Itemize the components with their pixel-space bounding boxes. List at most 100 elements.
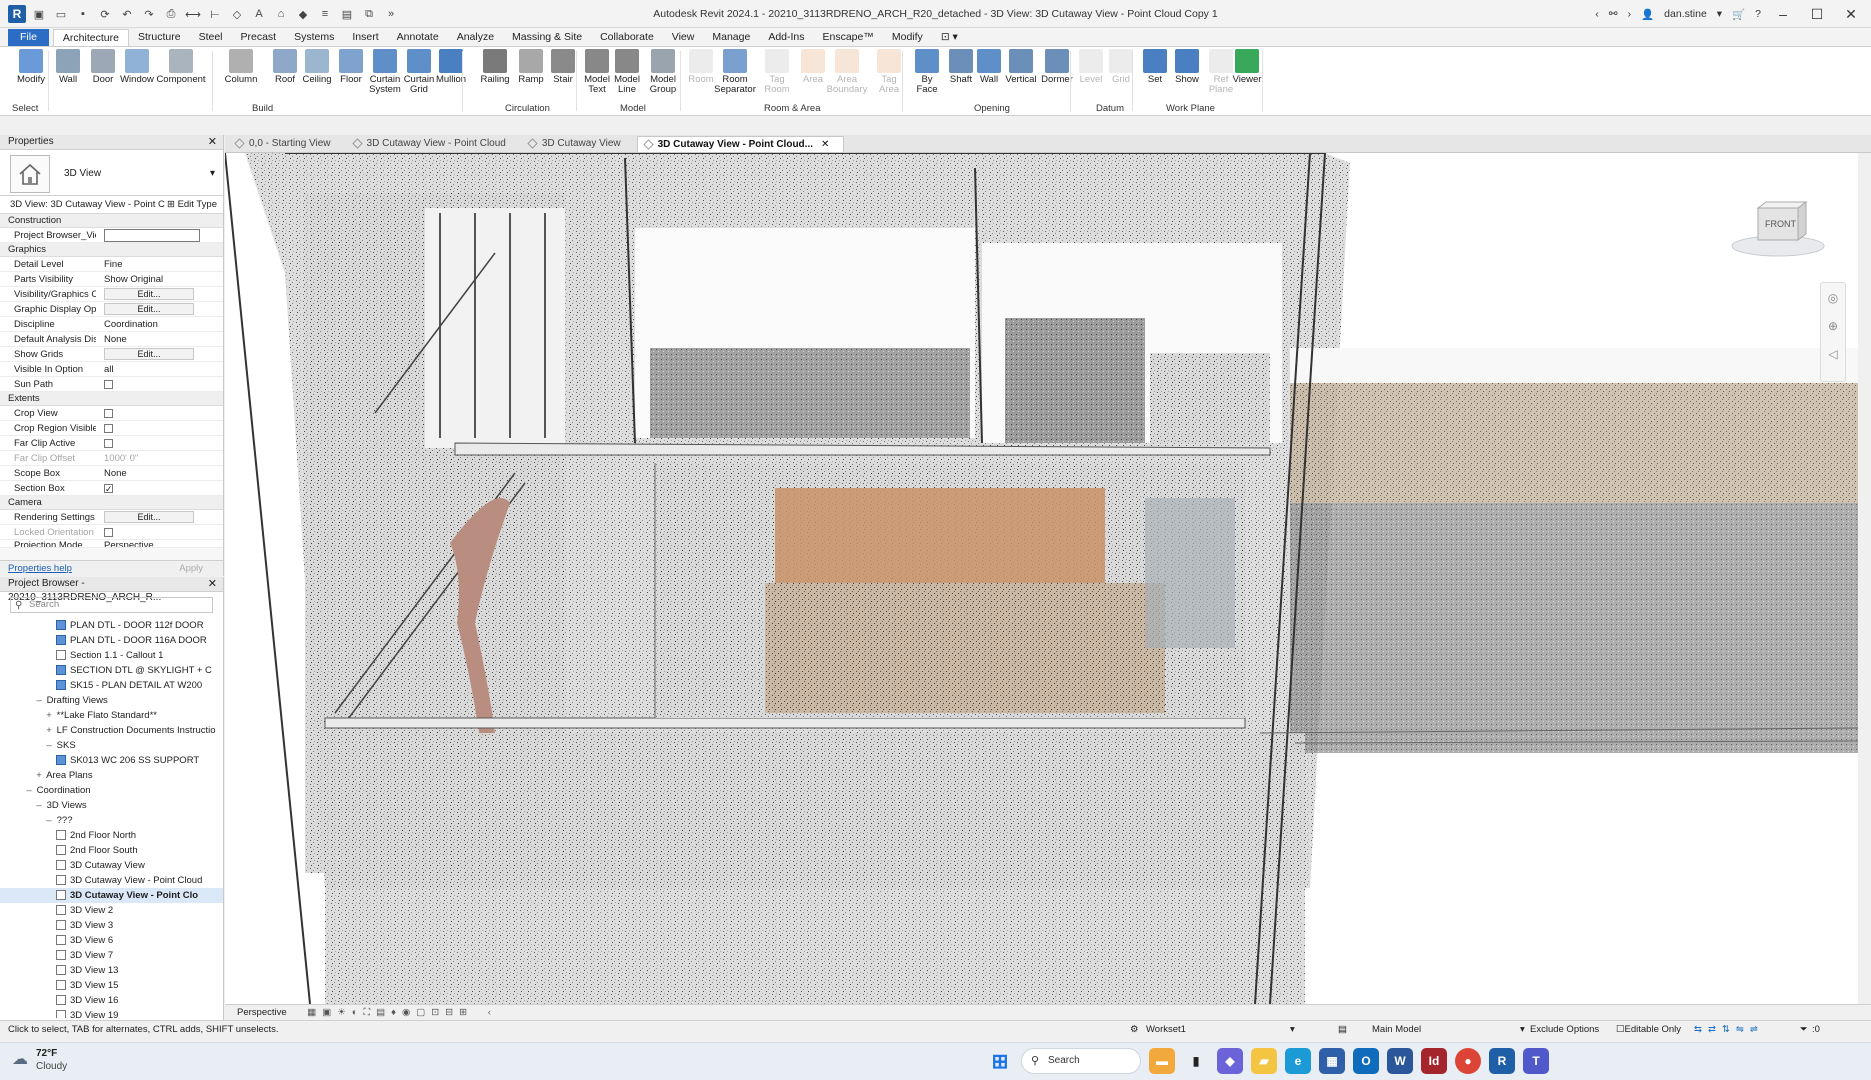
tree-node[interactable]: + Area Plans (0, 768, 223, 783)
expand-icon[interactable]: + (44, 708, 54, 723)
category-extents[interactable]: Extents (0, 392, 223, 406)
prop-rendering-settings[interactable]: Rendering Settings Edit... (0, 510, 223, 525)
tool-area-boundary-button[interactable]: Area Boundary (827, 49, 867, 95)
view-tab[interactable]: 3D Cutaway View - Point Cloud (347, 136, 520, 152)
outlook-icon[interactable]: O (1353, 1048, 1379, 1074)
tree-view-item[interactable]: PLAN DTL - DOOR 112f DOOR (0, 618, 223, 633)
tree-node[interactable]: + **Lake Flato Standard** (0, 708, 223, 723)
navigation-bar[interactable]: ◎ ⊕ ◁ (1820, 282, 1846, 382)
edit-type-button[interactable]: ⊞ Edit Type (167, 196, 217, 213)
tree-view-item[interactable]: SK15 - PLAN DETAIL AT W200 (0, 678, 223, 693)
ribbon-tab-file[interactable]: File (8, 29, 49, 46)
edit-button[interactable]: Edit... (104, 303, 194, 315)
chevron-down-icon[interactable]: ▾ (210, 168, 215, 179)
crop-view-checkbox[interactable] (104, 408, 113, 418)
chevron-right-icon[interactable]: › (1628, 8, 1632, 20)
ribbon-tab-annotate[interactable]: Annotate (388, 29, 448, 46)
tool-modify-button[interactable]: Modify (14, 49, 48, 85)
editable-only-toggle[interactable]: ☐Editable Only (1616, 1021, 1681, 1038)
tool-wall-button[interactable]: Wall (972, 49, 1006, 85)
tool-room-button[interactable]: Room (684, 49, 718, 85)
view-tab[interactable]: 3D Cutaway View (522, 136, 635, 152)
tree-view-item[interactable]: 2nd Floor South (0, 843, 223, 858)
close-tab-icon[interactable]: ✕ (821, 139, 829, 150)
tree-view-item[interactable]: SECTION DTL @ SKYLIGHT + C (0, 663, 223, 678)
collapse-icon[interactable]: – (44, 813, 54, 828)
tree-node[interactable]: – Coordination (0, 783, 223, 798)
weather-widget[interactable]: ☁ 72°F Cloudy (12, 1047, 67, 1073)
view-tab[interactable]: 0,0 - Starting View (229, 136, 345, 152)
prop-value[interactable]: Coordination (96, 317, 223, 331)
drawing-viewport[interactable] (225, 153, 1858, 1004)
ribbon-group-label[interactable]: Select (12, 103, 38, 114)
steering-wheel-icon[interactable]: ◎ (1821, 291, 1845, 305)
tool-room-separator-button[interactable]: Room Separator (714, 49, 756, 95)
browser-search-input[interactable]: ⚲ Search (10, 597, 213, 613)
revit-icon[interactable]: R (1489, 1048, 1515, 1074)
tool-ramp-button[interactable]: Ramp (514, 49, 548, 85)
point-cloud-section-view[interactable] (225, 153, 1858, 1004)
prop-parts-visibility[interactable]: Parts Visibility Show Original (0, 272, 223, 287)
tree-node[interactable]: – SKS (0, 738, 223, 753)
prop-far-clip-active[interactable]: Far Clip Active (0, 436, 223, 451)
crop-region-checkbox[interactable] (104, 423, 113, 433)
tool-by-face-button[interactable]: By Face (910, 49, 944, 95)
chevron-down-icon[interactable]: ▾ (1717, 8, 1722, 20)
category-construction[interactable]: Construction (0, 214, 223, 228)
prop-section-box[interactable]: Section Box (0, 481, 223, 496)
project-browser-view-field[interactable] (104, 229, 200, 242)
view-tab[interactable]: 3D Cutaway View - Point Cloud... ✕ (636, 136, 845, 152)
viewcube-face-label[interactable]: FRONT (1765, 219, 1796, 229)
orbit-icon[interactable]: ◁ (1821, 347, 1845, 361)
ribbon-options-icon[interactable]: ⊡ ▾ (932, 29, 967, 46)
minimize-button[interactable]: – (1771, 6, 1795, 22)
prop-visibility-graphics[interactable]: Visibility/Graphics O... Edit... (0, 287, 223, 302)
prop-discipline[interactable]: Discipline Coordination (0, 317, 223, 332)
tool-viewer-button[interactable]: Viewer (1230, 49, 1264, 85)
calendar-icon[interactable]: ▦ (1319, 1048, 1345, 1074)
edit-button[interactable]: Edit... (104, 288, 194, 300)
tool-model-group-button[interactable]: Model Group (646, 49, 680, 95)
projection-mode-label[interactable]: Perspective (237, 1007, 287, 1018)
cart-icon[interactable]: 🛒 (1732, 8, 1745, 21)
tree-node[interactable]: + LF Construction Documents Instructio (0, 723, 223, 738)
apply-button[interactable]: Apply (179, 561, 203, 577)
prop-visible-in-option[interactable]: Visible In Option all (0, 362, 223, 377)
indesign-icon[interactable]: Id (1421, 1048, 1447, 1074)
task-view-icon[interactable]: ▮ (1183, 1048, 1209, 1074)
ribbon-tab-massing-site[interactable]: Massing & Site (503, 29, 591, 46)
ribbon-tab-structure[interactable]: Structure (129, 29, 190, 46)
prop-value[interactable]: Fine (96, 257, 223, 271)
tree-view-item[interactable]: 3D View 7 (0, 948, 223, 963)
prop-value[interactable]: None (96, 332, 223, 346)
prop-value[interactable]: Show Original (96, 272, 223, 286)
tree-view-item[interactable]: 3D Cutaway View (0, 858, 223, 873)
ribbon-tab-analyze[interactable]: Analyze (448, 29, 503, 46)
scroll-left-icon[interactable]: ‹ (488, 1007, 491, 1018)
tree-view-item[interactable]: 3D View 19 (0, 1008, 223, 1018)
ribbon-tab-add-ins[interactable]: Add-Ins (759, 29, 813, 46)
category-graphics[interactable]: Graphics (0, 243, 223, 257)
chevron-down-icon[interactable]: ▾ (1290, 1021, 1295, 1038)
binoculars-icon[interactable]: ⚯ (1609, 8, 1618, 20)
design-options-icon[interactable]: ▤ (1338, 1021, 1347, 1038)
chevron-down-icon[interactable]: ▾ (1520, 1021, 1525, 1038)
tool-wall-button[interactable]: Wall (51, 49, 85, 85)
close-button[interactable]: ✕ (1839, 6, 1863, 23)
ribbon-tab-modify[interactable]: Modify (883, 29, 932, 46)
prop-show-grids[interactable]: Show Grids Edit... (0, 347, 223, 362)
user-icon[interactable]: 👤 (1641, 8, 1654, 21)
main-model-select[interactable]: Main Model (1372, 1021, 1421, 1038)
ribbon-tab-steel[interactable]: Steel (190, 29, 232, 46)
prop-projection-mode[interactable]: Projection Mode Perspective (0, 540, 223, 548)
prop-value[interactable]: None (96, 466, 223, 480)
tree-view-item[interactable]: 3D View 15 (0, 978, 223, 993)
prop-sun-path[interactable]: Sun Path (0, 377, 223, 392)
tool-stair-button[interactable]: Stair (546, 49, 580, 85)
ribbon-tab-manage[interactable]: Manage (703, 29, 759, 46)
edit-button[interactable]: Edit... (104, 348, 194, 360)
tool-curtain-system-button[interactable]: Curtain System (368, 49, 402, 95)
tool-show-button[interactable]: Show (1170, 49, 1204, 85)
prop-graphic-display[interactable]: Graphic Display Opti... Edit... (0, 302, 223, 317)
tool-column-button[interactable]: Column (224, 49, 258, 85)
